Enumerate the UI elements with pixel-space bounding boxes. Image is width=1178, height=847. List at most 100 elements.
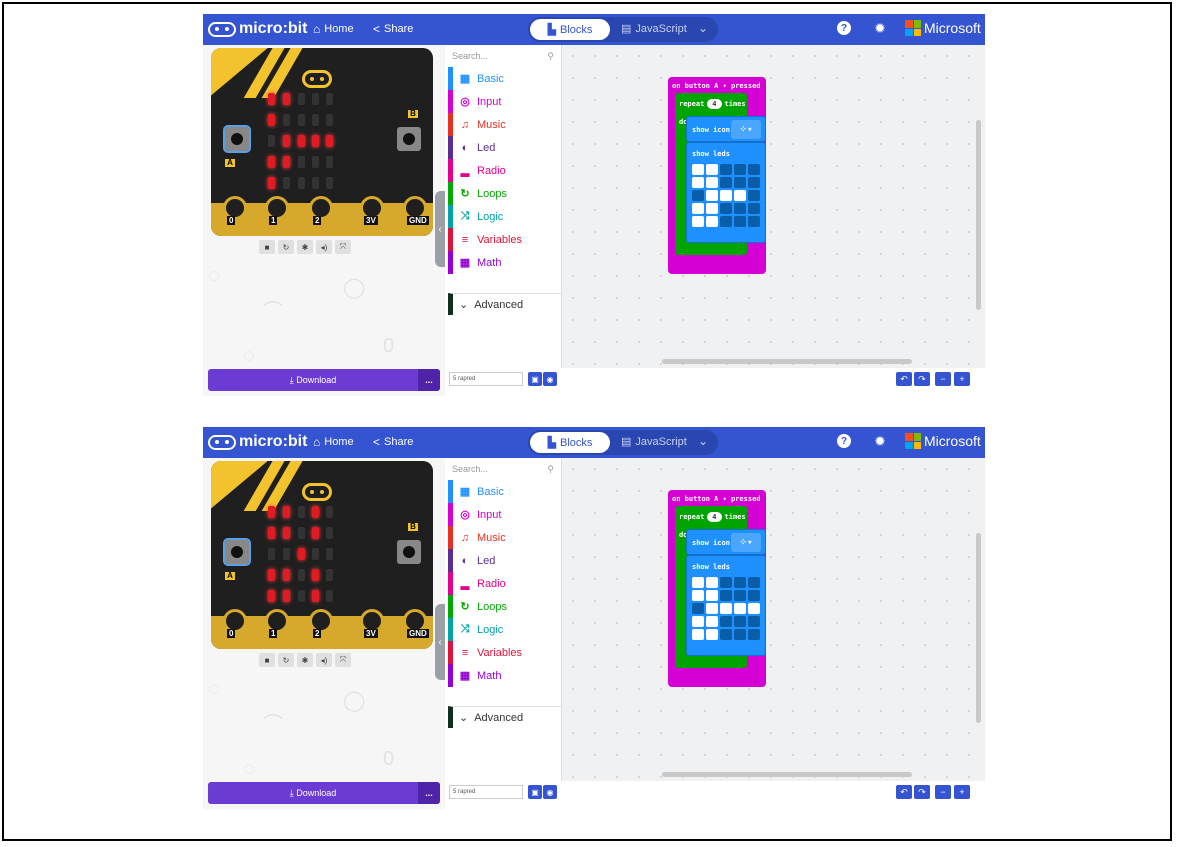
collapse-simulator-chevron-icon[interactable]: ‹ <box>435 191 445 267</box>
zoom-in-icon[interactable]: + <box>954 785 970 799</box>
home-button[interactable]: ⌂ Home <box>313 435 354 449</box>
led-editor-cell[interactable] <box>706 164 718 175</box>
horizontal-scrollbar[interactable] <box>662 772 912 777</box>
toolbox-category-loops[interactable]: ↻ Loops <box>448 182 561 205</box>
zoom-out-icon[interactable]: − <box>935 785 951 799</box>
led-editor-cell[interactable] <box>734 177 746 188</box>
led-editor-cell[interactable] <box>720 603 732 614</box>
led-editor-cell[interactable] <box>734 216 746 227</box>
gear-icon[interactable]: ✹ <box>873 433 887 449</box>
led-editor-cell[interactable] <box>734 190 746 201</box>
share-button[interactable]: < Share <box>373 435 413 449</box>
led-editor-cell[interactable] <box>692 177 704 188</box>
toolbox-advanced-toggle[interactable]: ⌄ Advanced <box>448 293 561 315</box>
more-options-button[interactable]: ... <box>418 782 440 804</box>
toolbox-category-logic[interactable]: ⤨ Logic <box>448 205 561 228</box>
button-a[interactable] <box>223 125 251 153</box>
javascript-tab[interactable]: ▤ JavaScript <box>621 22 687 36</box>
led-editor-cell[interactable] <box>748 603 760 614</box>
more-options-button[interactable]: ... <box>418 369 440 391</box>
led-editor-cell[interactable] <box>720 164 732 175</box>
microsoft-logo[interactable]: Microsoft <box>905 433 981 449</box>
led-editor-cell[interactable] <box>692 603 704 614</box>
led-editor-cell[interactable] <box>692 203 704 214</box>
javascript-tab[interactable]: ▤ JavaScript <box>621 435 687 449</box>
led-editor-cell[interactable] <box>748 629 760 640</box>
led-editor-cell[interactable] <box>706 590 718 601</box>
led-editor-cell[interactable] <box>734 577 746 588</box>
toolbox-category-music[interactable]: ♫ Music <box>448 113 561 136</box>
toolbox-category-logic[interactable]: ⤨ Logic <box>448 618 561 641</box>
toolbox-category-math[interactable]: ▦ Math <box>448 251 561 274</box>
sound-icon[interactable]: ◂) <box>316 240 332 254</box>
led-editor-cell[interactable] <box>706 203 718 214</box>
led-editor-cell[interactable] <box>720 177 732 188</box>
toolbox-category-basic[interactable]: ▦ Basic <box>448 67 561 90</box>
undo-icon[interactable]: ↶ <box>896 372 912 386</box>
toolbox-category-radio[interactable]: ▂ Radio <box>448 159 561 182</box>
save-icon[interactable]: ▣ <box>528 372 542 386</box>
microbit-logo[interactable]: micro:bit <box>208 431 307 453</box>
redo-icon[interactable]: ↷ <box>914 372 930 386</box>
toolbox-category-basic[interactable]: ▦ Basic <box>448 480 561 503</box>
fullscreen-icon[interactable]: ⤧ <box>335 653 351 667</box>
led-editor-cell[interactable] <box>692 164 704 175</box>
blocks-tab[interactable]: ▙ Blocks <box>530 432 610 453</box>
stop-icon[interactable]: ■ <box>259 240 275 254</box>
restart-icon[interactable]: ↻ <box>278 240 294 254</box>
led-editor-cell[interactable] <box>734 629 746 640</box>
toolbox-advanced-toggle[interactable]: ⌄ Advanced <box>448 706 561 728</box>
led-editor-cell[interactable] <box>692 629 704 640</box>
toolbox-category-math[interactable]: ▦ Math <box>448 664 561 687</box>
icon-picker-dropdown[interactable]: ⁘ ▾ <box>731 533 761 552</box>
zoom-out-icon[interactable]: − <box>935 372 951 386</box>
toolbox-search-input[interactable]: Search... ⚲ <box>448 47 558 65</box>
led-editor-cell[interactable] <box>720 577 732 588</box>
home-button[interactable]: ⌂ Home <box>313 22 354 36</box>
share-button[interactable]: < Share <box>373 22 413 36</box>
blocks-workspace[interactable]: on button A ▾ pressed repeat 4 times do … <box>562 45 985 368</box>
toolbox-category-input[interactable]: ◎ Input <box>448 503 561 526</box>
led-editor-cell[interactable] <box>748 616 760 627</box>
led-editor-cell[interactable] <box>692 216 704 227</box>
microsoft-logo[interactable]: Microsoft <box>905 20 981 36</box>
zoom-in-icon[interactable]: + <box>954 372 970 386</box>
debug-icon[interactable]: ✱ <box>297 653 313 667</box>
led-editor-cell[interactable] <box>734 603 746 614</box>
led-editor-cell[interactable] <box>706 190 718 201</box>
restart-icon[interactable]: ↻ <box>278 653 294 667</box>
led-editor-cell[interactable] <box>734 203 746 214</box>
icon-picker-dropdown[interactable]: ⁘ ▾ <box>731 120 761 139</box>
language-dropdown-chevron-icon[interactable]: ⌄ <box>698 434 708 448</box>
stop-icon[interactable]: ■ <box>259 653 275 667</box>
led-editor-cell[interactable] <box>720 616 732 627</box>
vertical-scrollbar[interactable] <box>976 120 981 310</box>
led-editor-cell[interactable] <box>706 616 718 627</box>
led-editor-cell[interactable] <box>692 577 704 588</box>
led-editor-cell[interactable] <box>748 177 760 188</box>
vertical-scrollbar[interactable] <box>976 533 981 723</box>
language-dropdown-chevron-icon[interactable]: ⌄ <box>698 21 708 35</box>
fullscreen-icon[interactable]: ⤧ <box>335 240 351 254</box>
led-editor-cell[interactable] <box>692 616 704 627</box>
toolbox-category-led[interactable]: ◐ Led <box>448 136 561 159</box>
toolbox-category-input[interactable]: ◎ Input <box>448 90 561 113</box>
project-name-input[interactable]: 5 rapred <box>449 785 523 799</box>
microbit-logo[interactable]: micro:bit <box>208 18 307 40</box>
led-editor-cell[interactable] <box>748 164 760 175</box>
save-icon[interactable]: ▣ <box>528 785 542 799</box>
led-editor-cell[interactable] <box>720 203 732 214</box>
button-a[interactable] <box>223 538 251 566</box>
show-leds-block[interactable]: show leds <box>686 142 766 243</box>
show-icon-block[interactable]: show icon ⁘ ▾ <box>686 529 766 555</box>
toolbox-category-variables[interactable]: ≡ Variables <box>448 228 561 251</box>
debug-icon[interactable]: ✱ <box>297 240 313 254</box>
toolbox-search-input[interactable]: Search... ⚲ <box>448 460 558 478</box>
blocks-tab[interactable]: ▙ Blocks <box>530 19 610 40</box>
button-b[interactable] <box>397 540 421 564</box>
led-editor-cell[interactable] <box>748 216 760 227</box>
gear-icon[interactable]: ✹ <box>873 20 887 36</box>
github-icon[interactable]: ◉ <box>543 785 557 799</box>
blocks-workspace[interactable]: on button A ▾ pressed repeat 4 times do … <box>562 458 985 781</box>
led-editor-cell[interactable] <box>720 590 732 601</box>
